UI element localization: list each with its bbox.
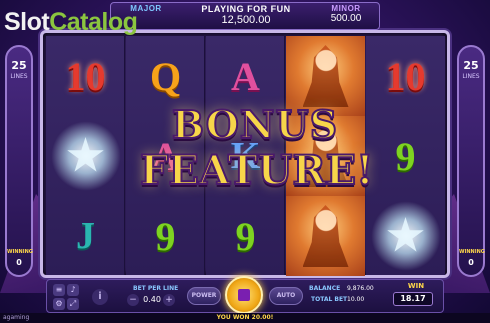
side-panel-right: 25 LINES WINNING 0 <box>457 45 485 277</box>
playing-for-fun-label: PLAYING FOR FUN <box>201 4 291 14</box>
jackpot-center: PLAYING FOR FUN 12,500.00 <box>191 4 301 26</box>
power-button[interactable]: POWER <box>187 287 221 305</box>
jackpot-minor-title: MINOR <box>331 4 361 13</box>
win-value: 18.17 <box>393 292 433 306</box>
winning-label-right: WINNING <box>459 249 485 255</box>
reel-1: 10 J <box>46 36 125 275</box>
win-label: WIN <box>407 282 425 290</box>
stop-icon <box>238 289 250 301</box>
bet-per-line-label: BET PER LINE <box>133 285 179 292</box>
bonus-banner-line1: BONUS <box>171 101 339 148</box>
ten-symbol: 10 <box>385 53 426 99</box>
winning-value-right: 0 <box>468 258 474 267</box>
bonus-feature-banner: BONUS FEATURE! <box>139 101 375 202</box>
lines-count-right: 25 <box>463 59 479 72</box>
fairy-icon <box>302 45 349 107</box>
balance-label: BALANCE <box>309 285 341 292</box>
auto-button[interactable]: AUTO <box>269 287 303 305</box>
logo-part-slot: Slot <box>4 8 50 36</box>
balance-value: 9,876.00 <box>347 285 374 292</box>
jackpot-center-value: 12,500.00 <box>221 14 271 26</box>
ten-symbol: 10 <box>65 53 106 99</box>
bet-decrease-button[interactable]: − <box>127 294 139 306</box>
footer-bar: agaming YOU WON 20.00! <box>0 313 490 323</box>
fairy-icon <box>302 205 349 267</box>
total-bet-value: 10.00 <box>347 296 365 303</box>
sparkle-star-symbol <box>366 196 445 276</box>
logo-part-catalog: Catalog <box>49 8 138 36</box>
winning-value-left: 0 <box>16 258 22 267</box>
lines-label-left: LINES <box>10 73 28 80</box>
nine-symbol: 9 <box>395 133 416 179</box>
sound-icon[interactable]: ♪ <box>67 284 79 296</box>
slotcatalog-logo: SlotCatalog <box>4 4 138 40</box>
info-button[interactable]: i <box>92 289 108 305</box>
bet-increase-button[interactable]: + <box>163 294 175 306</box>
jackpot-minor: MINOR 500.00 <box>316 4 376 24</box>
total-bet-label: TOTAL BET <box>311 296 348 303</box>
reel-5: 10 9 <box>366 36 445 275</box>
lines-count-left: 25 <box>11 59 27 72</box>
control-bar: ≡ ♪ ⚙ ⤢ i BET PER LINE − 0.40 + POWER AU… <box>46 276 444 314</box>
side-panel-left: 25 LINES WINNING 0 <box>5 45 33 277</box>
lines-label-right: LINES <box>462 73 480 80</box>
winning-label-left: WINNING <box>7 249 33 255</box>
j-symbol: J <box>76 215 95 257</box>
fairy-symbol <box>286 196 365 276</box>
nine-symbol: 9 <box>235 213 256 259</box>
jackpot-minor-value: 500.00 <box>330 13 362 24</box>
settings-icon[interactable]: ⚙ <box>53 298 65 310</box>
fullscreen-icon[interactable]: ⤢ <box>67 298 79 310</box>
sparkle-star-symbol <box>46 116 125 196</box>
bonus-banner-line2: FEATURE! <box>139 147 375 195</box>
win-message: YOU WON 20.00! <box>216 314 274 321</box>
bet-per-line-value: 0.40 <box>143 295 161 304</box>
menu-icon[interactable]: ≡ <box>53 284 65 296</box>
spin-button[interactable] <box>225 276 263 314</box>
nine-symbol: 9 <box>155 213 176 259</box>
jackpot-bar: MAJOR PLAYING FOR FUN 12,500.00 MINOR 50… <box>110 2 380 30</box>
